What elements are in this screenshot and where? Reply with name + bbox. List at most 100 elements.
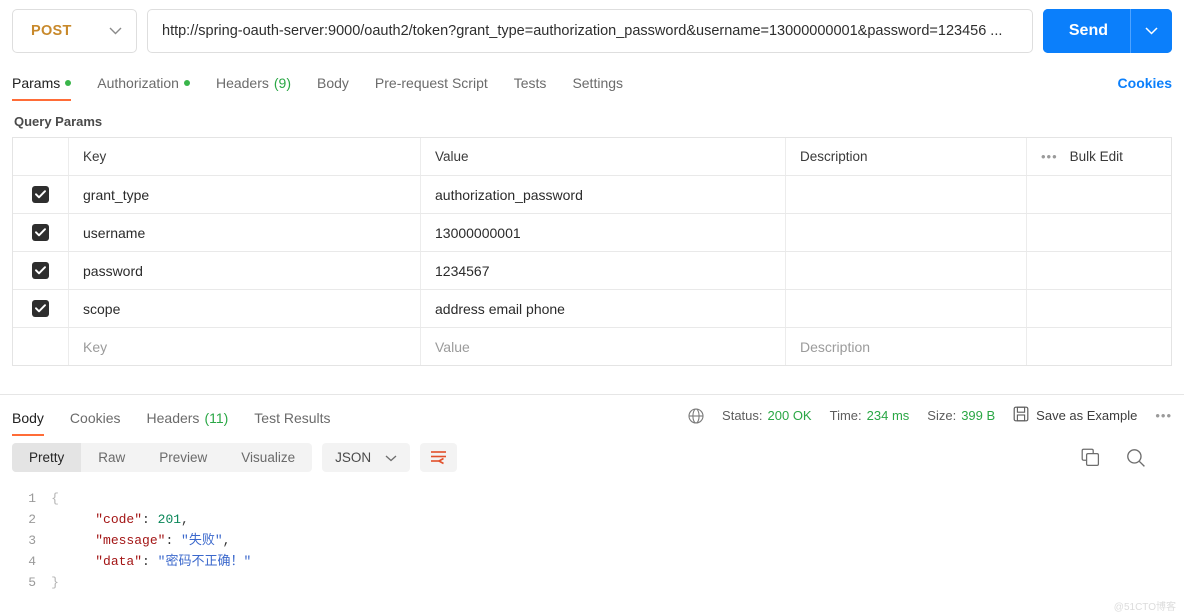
method-selector[interactable]: POST	[12, 9, 137, 53]
word-wrap-toggle[interactable]	[420, 443, 458, 472]
code-line: 4 "data": "密码不正确！"	[0, 551, 1184, 572]
table-header-row: Key Value Description ••• Bulk Edit	[13, 138, 1171, 176]
tab-headers-label: Headers	[215, 75, 269, 91]
response-tab-test-results-label: Test Results	[254, 410, 331, 426]
header-checkbox-cell	[13, 138, 69, 175]
chevron-down-icon	[385, 450, 397, 465]
watermark: @51CTO博客	[1113, 602, 1176, 613]
header-key: Key	[69, 138, 421, 175]
tab-settings-label: Settings	[572, 75, 624, 91]
cookies-link[interactable]: Cookies	[1118, 75, 1172, 100]
code-text: "code": 201,	[95, 512, 189, 527]
copy-icon[interactable]	[1081, 448, 1100, 467]
row-key[interactable]: password	[69, 252, 421, 289]
response-tab-test-results[interactable]: Test Results	[254, 410, 330, 435]
row-checkbox[interactable]	[32, 300, 49, 317]
view-mode-pretty[interactable]: Pretty	[12, 443, 82, 472]
row-actions	[1027, 176, 1171, 213]
code-text: "message": "失败",	[95, 533, 231, 548]
tab-headers[interactable]: Headers (9)	[216, 75, 291, 100]
code-text: "data": "密码不正确！"	[95, 554, 252, 569]
format-selector[interactable]: JSON	[322, 443, 411, 472]
response-tab-headers-count: (11)	[204, 410, 229, 426]
send-options-chevron-icon[interactable]	[1130, 9, 1172, 53]
code-line: 1{	[0, 488, 1184, 509]
bulk-edit-button[interactable]: Bulk Edit	[1070, 149, 1123, 164]
modified-dot-icon	[183, 79, 190, 86]
response-more-options-icon[interactable]: •••	[1155, 408, 1172, 423]
row-description[interactable]	[786, 176, 1027, 213]
tab-authorization[interactable]: Authorization	[97, 75, 190, 100]
response-body-code[interactable]: 1{2 "code": 201, 3 "message": "失败", 4 "dat…	[0, 482, 1184, 616]
word-wrap-icon	[431, 451, 447, 465]
tab-tests[interactable]: Tests	[514, 75, 547, 100]
empty-value-input[interactable]: Value	[421, 328, 786, 365]
response-tab-body[interactable]: Body	[12, 410, 44, 436]
url-input[interactable]: http://spring-oauth-server:9000/oauth2/t…	[147, 9, 1033, 53]
row-key[interactable]: username	[69, 214, 421, 251]
tab-params[interactable]: Params	[12, 75, 72, 101]
save-as-example-button[interactable]: Save as Example	[1013, 406, 1137, 425]
row-description[interactable]	[786, 214, 1027, 251]
response-tab-headers[interactable]: Headers (11)	[147, 410, 229, 435]
line-number: 2	[28, 512, 36, 527]
code-line: 5}	[0, 572, 1184, 593]
row-checkbox-cell	[13, 214, 69, 251]
size-value: 399 B	[961, 408, 996, 423]
row-checkbox-cell	[13, 290, 69, 327]
row-checkbox[interactable]	[32, 262, 49, 279]
response-tab-cookies[interactable]: Cookies	[70, 410, 121, 435]
modified-dot-icon	[65, 79, 72, 86]
save-icon	[1013, 406, 1029, 425]
line-number: 3	[28, 533, 36, 548]
empty-row-actions	[1027, 328, 1171, 365]
bulk-edit-cell: ••• Bulk Edit	[1027, 138, 1171, 175]
row-checkbox-cell	[13, 176, 69, 213]
time-value: 234 ms	[866, 408, 910, 423]
response-tab-body-label: Body	[12, 410, 44, 426]
tab-tests-label: Tests	[513, 75, 547, 91]
chevron-down-icon[interactable]	[99, 22, 136, 40]
table-row: scope address email phone	[13, 290, 1171, 328]
row-key[interactable]: scope	[69, 290, 421, 327]
url-text: http://spring-oauth-server:9000/oauth2/t…	[162, 23, 1003, 39]
size-label: Size:	[927, 408, 957, 423]
row-description[interactable]	[786, 252, 1027, 289]
more-options-icon[interactable]: •••	[1041, 149, 1058, 164]
response-tabs: Body Cookies Headers (11) Test Results S…	[0, 395, 1184, 436]
time-badge: Time: 234 ms	[830, 408, 910, 423]
row-value[interactable]: address email phone	[421, 290, 786, 327]
tab-pre-request-script-label: Pre-request Script	[374, 75, 488, 91]
view-mode-visualize[interactable]: Visualize	[224, 443, 312, 472]
code-line: 3 "message": "失败",	[0, 530, 1184, 551]
tab-pre-request-script[interactable]: Pre-request Script	[375, 75, 488, 100]
view-mode-preview[interactable]: Preview	[142, 443, 224, 472]
row-checkbox[interactable]	[32, 224, 49, 241]
row-actions	[1027, 252, 1171, 289]
response-meta: Status: 200 OK Time: 234 ms Size: 399 B …	[688, 406, 1172, 435]
brace-glyph	[46, 509, 64, 530]
row-description[interactable]	[786, 290, 1027, 327]
globe-icon[interactable]	[688, 407, 704, 424]
empty-key-input[interactable]: Key	[69, 328, 421, 365]
tab-settings[interactable]: Settings	[572, 75, 623, 100]
line-number: 1	[28, 491, 36, 506]
row-checkbox-cell	[13, 252, 69, 289]
tab-body[interactable]: Body	[317, 75, 349, 100]
search-icon[interactable]	[1126, 448, 1146, 468]
row-actions	[1027, 290, 1171, 327]
send-button[interactable]: Send	[1042, 9, 1130, 53]
row-value[interactable]: 1234567	[421, 252, 786, 289]
row-checkbox[interactable]	[32, 186, 49, 203]
row-value[interactable]: authorization_password	[421, 176, 786, 213]
response-body-toolbar: Pretty Raw Preview Visualize JSON	[0, 435, 1184, 482]
tab-params-label: Params	[12, 75, 61, 91]
size-badge: Size: 399 B	[927, 408, 995, 423]
row-key[interactable]: grant_type	[69, 176, 421, 213]
brace-glyph: }	[51, 575, 59, 590]
row-value[interactable]: 13000000001	[421, 214, 786, 251]
code-line: 2 "code": 201,	[0, 509, 1184, 530]
view-mode-raw[interactable]: Raw	[81, 443, 142, 472]
tab-body-label: Body	[317, 75, 349, 91]
empty-description-input[interactable]: Description	[786, 328, 1027, 365]
